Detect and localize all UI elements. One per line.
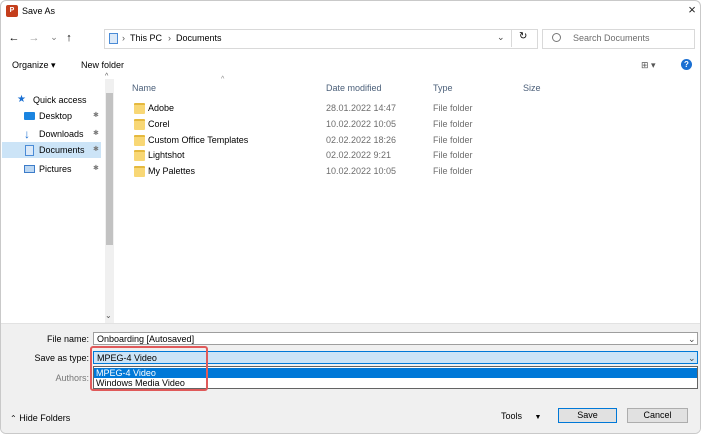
pictures-icon	[24, 165, 35, 173]
breadcrumb-separator: ›	[168, 33, 171, 43]
breadcrumb-this-pc[interactable]: This PC	[130, 33, 162, 43]
powerpoint-icon: P	[6, 5, 18, 17]
column-header-date[interactable]: Date modified	[326, 83, 382, 93]
chevron-down-icon[interactable]: ⌄	[688, 333, 696, 346]
documents-icon	[25, 145, 34, 156]
breadcrumb-separator: ›	[122, 33, 125, 43]
hide-folders-label: Hide Folders	[19, 413, 71, 423]
file-row-lightshot[interactable]: Lightshot 02.02.2022 9:21 File folder	[132, 148, 552, 163]
folder-icon	[134, 119, 145, 130]
sidebar-item-label: Quick access	[33, 95, 87, 105]
save-as-type-label: Save as type:	[34, 353, 89, 363]
file-type: File folder	[433, 119, 473, 129]
save-as-dialog: P Save As × ← → ⌄ ↑ › This PC › Document…	[0, 0, 701, 434]
sidebar-item-label: Pictures	[39, 164, 72, 174]
file-row-my-palettes[interactable]: My Palettes 10.02.2022 10:05 File folder	[132, 164, 552, 179]
new-folder-button[interactable]: New folder	[81, 60, 124, 70]
pin-icon: ✱	[93, 165, 99, 172]
sidebar-item-documents[interactable]: Documents ✱	[2, 142, 101, 158]
hide-folders-button[interactable]: ⌃ Hide Folders	[10, 413, 70, 423]
search-input[interactable]: Search Documents	[542, 29, 695, 49]
up-button[interactable]: ↑	[62, 30, 76, 46]
title-bar: P Save As ×	[1, 1, 700, 21]
folder-icon	[134, 135, 145, 146]
file-date: 02.02.2022 9:21	[326, 150, 392, 160]
pin-icon: ✱	[93, 146, 99, 153]
forward-button[interactable]: →	[27, 30, 41, 46]
folder-icon	[134, 150, 145, 161]
recent-locations-button[interactable]: ⌄	[47, 29, 61, 45]
address-bar[interactable]: › This PC › Documents ⌄	[104, 29, 538, 49]
sidebar-item-label: Documents	[39, 145, 85, 155]
desktop-icon	[24, 112, 35, 120]
file-row-adobe[interactable]: Adobe 28.01.2022 14:47 File folder	[132, 101, 552, 116]
column-header-name[interactable]: Name	[132, 83, 156, 93]
star-icon: ★	[17, 94, 26, 105]
file-row-custom-office-templates[interactable]: Custom Office Templates 02.02.2022 18:26…	[132, 133, 552, 148]
sidebar-scroll-thumb[interactable]	[106, 93, 113, 245]
caret-down-icon: ▼	[534, 414, 542, 421]
sidebar-item-desktop[interactable]: Desktop ✱	[14, 108, 100, 124]
close-icon[interactable]: ×	[684, 2, 700, 18]
file-type: File folder	[433, 150, 473, 160]
sidebar-item-pictures[interactable]: Pictures ✱	[14, 161, 100, 177]
column-header-type[interactable]: Type	[433, 83, 453, 93]
annotation-highlight-box	[90, 346, 208, 391]
file-name: Lightshot	[148, 150, 185, 160]
tools-menu[interactable]: Tools ▼	[501, 411, 541, 421]
tools-label: Tools	[501, 411, 523, 421]
sort-ascending-icon: ^	[221, 76, 225, 83]
file-name: Adobe	[148, 103, 175, 113]
sidebar-item-quick-access[interactable]: ★ Quick access	[14, 92, 100, 108]
scroll-down-icon[interactable]: ⌄	[105, 311, 112, 320]
pin-icon: ✱	[93, 112, 99, 119]
file-type: File folder	[433, 166, 473, 176]
file-type: File folder	[433, 103, 473, 113]
view-options-icon[interactable]: ⊞ ▾	[641, 60, 656, 71]
search-placeholder: Search Documents	[573, 33, 650, 43]
documents-location-icon	[109, 33, 118, 44]
folder-icon	[134, 166, 145, 177]
address-dropdown-icon[interactable]: ⌄	[497, 32, 505, 43]
chevron-down-icon[interactable]: ⌄	[688, 352, 696, 365]
file-name-value: Onboarding [Autosaved]	[97, 334, 195, 344]
refresh-button[interactable]: ↻	[511, 29, 536, 47]
file-name: Custom Office Templates	[148, 135, 249, 145]
sidebar-item-downloads[interactable]: ↓ Downloads ✱	[14, 126, 100, 142]
download-icon: ↓	[24, 127, 30, 141]
organize-menu[interactable]: Organize ▾	[12, 60, 56, 71]
breadcrumb-documents[interactable]: Documents	[176, 33, 222, 43]
window-title: Save As	[22, 6, 56, 16]
file-name: Corel	[148, 119, 170, 129]
file-date: 10.02.2022 10:05	[326, 119, 397, 129]
file-name-label: File name:	[46, 334, 89, 344]
authors-label: Authors:	[55, 373, 89, 383]
file-type: File folder	[433, 135, 473, 145]
search-icon	[552, 33, 561, 42]
back-button[interactable]: ←	[7, 30, 21, 46]
column-header-size[interactable]: Size	[523, 83, 541, 93]
file-name: My Palettes	[148, 166, 196, 176]
pin-icon: ✱	[93, 130, 99, 137]
folder-icon	[134, 103, 145, 114]
help-icon[interactable]: ?	[681, 59, 692, 70]
refresh-icon: ↻	[519, 31, 528, 42]
file-date: 02.02.2022 18:26	[326, 135, 397, 145]
cancel-button[interactable]: Cancel	[627, 408, 688, 423]
file-row-corel[interactable]: Corel 10.02.2022 10:05 File folder	[132, 117, 552, 132]
save-button[interactable]: Save	[558, 408, 617, 423]
sidebar-item-label: Desktop	[39, 111, 73, 121]
sidebar-item-label: Downloads	[39, 129, 84, 139]
chevron-up-icon: ⌃	[10, 414, 17, 423]
file-name-input[interactable]: Onboarding [Autosaved] ⌄	[93, 332, 698, 345]
file-date: 10.02.2022 10:05	[326, 166, 397, 176]
file-date: 28.01.2022 14:47	[326, 103, 397, 113]
